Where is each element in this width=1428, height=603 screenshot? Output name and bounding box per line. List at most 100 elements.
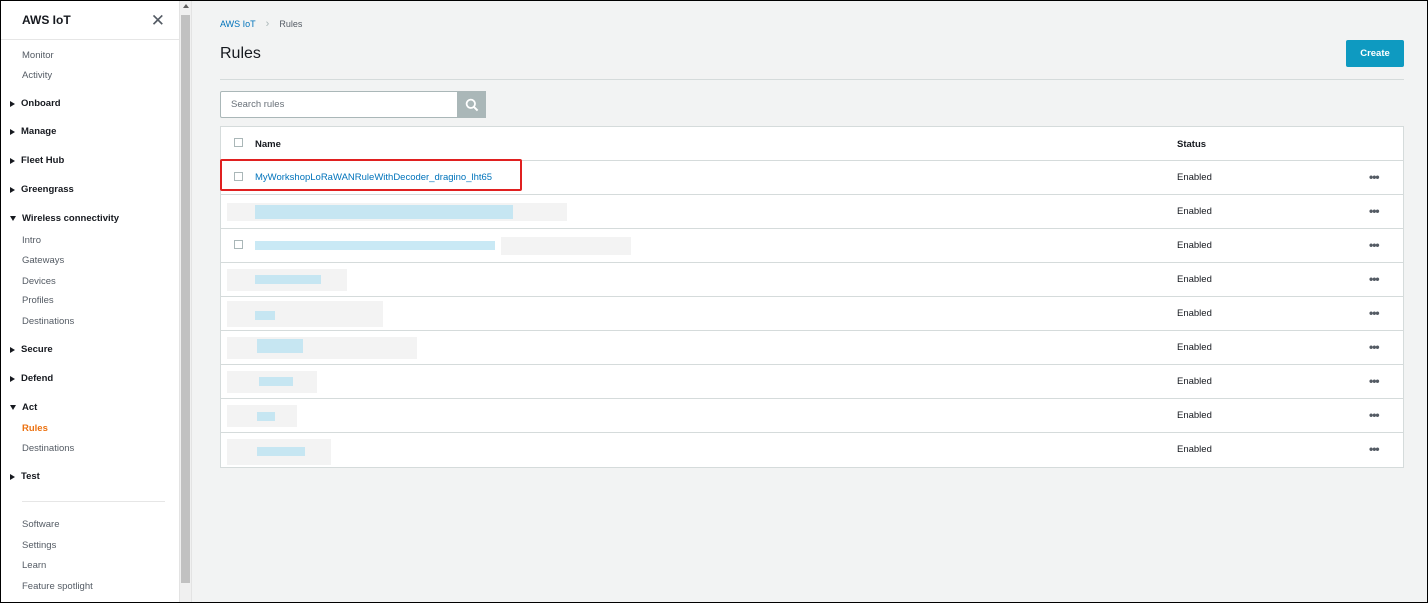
sidebar-group-test[interactable]: Test (10, 471, 40, 482)
more-actions-icon[interactable]: ••• (1369, 306, 1380, 320)
sidebar-group-label: Wireless connectivity (22, 213, 120, 224)
title-divider (220, 79, 1404, 80)
more-actions-icon[interactable]: ••• (1369, 170, 1380, 184)
rule-status: Enabled (1177, 206, 1212, 217)
close-icon[interactable]: ✕ (151, 12, 165, 29)
caret-right-icon (10, 473, 15, 480)
sidebar-scrollbar[interactable] (179, 1, 192, 602)
select-all-checkbox[interactable] (234, 138, 243, 147)
create-button[interactable]: Create (1346, 40, 1404, 67)
table-row: Enabled ••• (221, 297, 1403, 331)
sidebar-group-label: Manage (21, 126, 57, 137)
caret-right-icon (10, 100, 15, 107)
table-row: Enabled ••• (221, 195, 1403, 229)
sidebar-title: AWS IoT (22, 13, 71, 27)
table-row: Enabled ••• (221, 433, 1403, 467)
rule-status: Enabled (1177, 410, 1212, 421)
sidebar-item-learn[interactable]: Learn (22, 560, 46, 571)
redacted-rule-name[interactable] (257, 447, 305, 456)
redacted-rule-name[interactable] (257, 412, 275, 421)
table-row: MyWorkshopLoRaWANRuleWithDecoder_dragino… (221, 161, 1403, 195)
breadcrumb: AWS IoT › Rules (220, 18, 302, 30)
sidebar-divider (22, 501, 165, 502)
table-row: Enabled ••• (221, 331, 1403, 365)
breadcrumb-aws-iot-link[interactable]: AWS IoT (220, 19, 256, 29)
search-bar (220, 91, 486, 118)
more-actions-icon[interactable]: ••• (1369, 204, 1380, 218)
sidebar-group-label: Test (21, 471, 40, 482)
sidebar-item-profiles[interactable]: Profiles (22, 295, 54, 306)
caret-down-icon (10, 405, 16, 410)
chevron-right-icon: › (265, 18, 270, 30)
sidebar-header: AWS IoT ✕ (1, 1, 179, 40)
table-row: Enabled ••• (221, 263, 1403, 297)
rule-status: Enabled (1177, 376, 1212, 387)
redacted-rule-name[interactable] (259, 377, 293, 386)
rule-status: Enabled (1177, 308, 1212, 319)
redacted-rule-name[interactable] (255, 275, 321, 284)
sidebar-item-gateways[interactable]: Gateways (22, 255, 64, 266)
sidebar-group-label: Defend (21, 373, 54, 384)
sidebar-item-intro[interactable]: Intro (22, 235, 41, 246)
table-header-row: Name Status (221, 127, 1403, 161)
sidebar-group-onboard[interactable]: Onboard (10, 98, 61, 109)
rule-name-link[interactable]: MyWorkshopLoRaWANRuleWithDecoder_dragino… (255, 172, 492, 183)
caret-right-icon (10, 157, 15, 164)
caret-right-icon (10, 346, 15, 353)
search-icon (465, 98, 479, 111)
search-input[interactable] (220, 91, 458, 118)
search-button[interactable] (458, 91, 486, 118)
sidebar-item-software[interactable]: Software (22, 519, 60, 530)
column-header-status[interactable]: Status (1177, 139, 1206, 150)
sidebar-group-defend[interactable]: Defend (10, 373, 53, 384)
sidebar-item-monitor[interactable]: Monitor (22, 50, 54, 61)
page-title: Rules (220, 45, 261, 62)
row-checkbox[interactable] (234, 240, 243, 249)
sidebar-item-feature-spotlight[interactable]: Feature spotlight (22, 581, 93, 592)
more-actions-icon[interactable]: ••• (1369, 408, 1380, 422)
scrollbar-thumb[interactable] (181, 15, 190, 583)
sidebar-group-label: Secure (21, 344, 53, 355)
more-actions-icon[interactable]: ••• (1369, 374, 1380, 388)
sidebar-group-wireless-connectivity[interactable]: Wireless connectivity (10, 213, 119, 224)
breadcrumb-current: Rules (279, 19, 303, 29)
sidebar-group-manage[interactable]: Manage (10, 126, 56, 137)
sidebar-group-label: Act (22, 402, 38, 413)
caret-right-icon (10, 186, 15, 193)
more-actions-icon[interactable]: ••• (1369, 442, 1380, 456)
caret-down-icon (10, 216, 16, 221)
sidebar-group-label: Greengrass (21, 184, 74, 195)
table-row: Enabled ••• (221, 399, 1403, 433)
more-actions-icon[interactable]: ••• (1369, 340, 1380, 354)
rule-status: Enabled (1177, 274, 1212, 285)
caret-right-icon (10, 375, 15, 382)
sidebar-group-fleet-hub[interactable]: Fleet Hub (10, 155, 64, 166)
sidebar-group-label: Onboard (21, 98, 61, 109)
sidebar: AWS IoT ✕ Monitor Activity Onboard Manag… (1, 1, 179, 602)
redacted-rule-name[interactable] (255, 311, 275, 320)
caret-right-icon (10, 128, 15, 135)
sidebar-item-activity[interactable]: Activity (22, 70, 52, 81)
sidebar-item-wireless-destinations[interactable]: Destinations (22, 316, 74, 327)
more-actions-icon[interactable]: ••• (1369, 238, 1380, 252)
table-row: Enabled ••• (221, 229, 1403, 263)
scroll-up-arrow-icon[interactable] (183, 4, 189, 8)
more-actions-icon[interactable]: ••• (1369, 272, 1380, 286)
redacted-rule-name[interactable] (257, 339, 303, 353)
table-row: Enabled ••• (221, 365, 1403, 399)
column-header-name[interactable]: Name (255, 139, 281, 150)
rules-table: Name Status MyWorkshopLoRaWANRuleWithDec… (220, 126, 1404, 468)
sidebar-item-act-destinations[interactable]: Destinations (22, 443, 74, 454)
redacted-region (501, 237, 631, 255)
sidebar-item-devices[interactable]: Devices (22, 276, 56, 287)
sidebar-group-secure[interactable]: Secure (10, 344, 53, 355)
redacted-region (227, 301, 383, 327)
sidebar-item-settings[interactable]: Settings (22, 540, 56, 551)
row-checkbox[interactable] (234, 172, 243, 181)
redacted-rule-name[interactable] (255, 205, 513, 219)
sidebar-group-greengrass[interactable]: Greengrass (10, 184, 74, 195)
redacted-rule-name[interactable] (255, 241, 495, 250)
sidebar-group-act[interactable]: Act (10, 402, 37, 413)
sidebar-item-rules[interactable]: Rules (22, 423, 48, 434)
redacted-region (227, 337, 417, 359)
